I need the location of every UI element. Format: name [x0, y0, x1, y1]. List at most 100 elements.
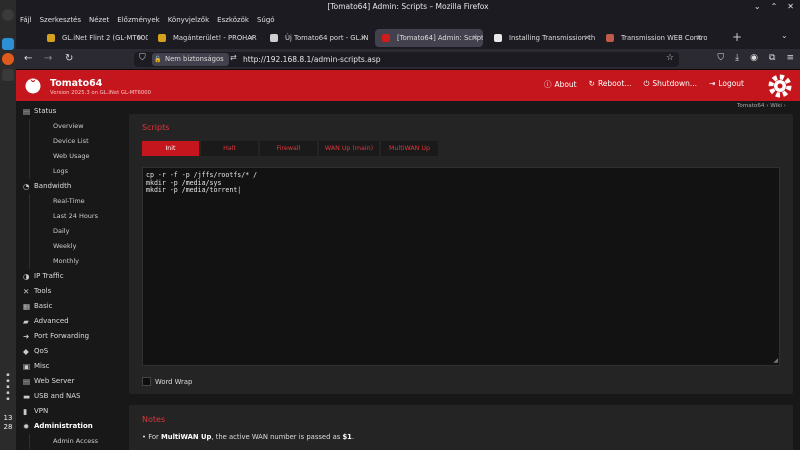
sidebar-item[interactable]: Web Usage — [29, 149, 129, 164]
reload-icon[interactable]: ↻ — [65, 53, 73, 64]
back-icon[interactable]: ← — [24, 53, 32, 64]
sidebar-section[interactable]: ◔ Bandwidth — [16, 179, 129, 194]
forward-icon[interactable]: → — [44, 53, 52, 64]
sidebar-section[interactable]: ✕ Tools — [16, 284, 129, 299]
settings-gear-icon[interactable] — [766, 72, 794, 100]
note-bullet: • — [142, 433, 147, 441]
sidebar-label: Bandwidth — [34, 182, 72, 190]
close-icon[interactable]: ✕ — [787, 1, 794, 12]
sidebar-item[interactable]: Device List — [29, 134, 129, 149]
menu-item[interactable]: Nézet — [89, 13, 109, 27]
menu-item[interactable]: Súgó — [257, 13, 275, 27]
tab-close-icon[interactable]: ✕ — [137, 29, 143, 47]
account-icon[interactable]: ◉ — [750, 53, 758, 63]
security-indicator[interactable]: Nem biztonságos — [152, 53, 229, 66]
section-icon: ▰ — [23, 317, 29, 326]
script-tab[interactable]: WAN Up (main) — [319, 141, 379, 156]
script-editor[interactable]: cp -r -f -p /jffs/rootfs/* / mkdir -p /m… — [142, 167, 780, 366]
script-tab[interactable]: MultiWAN Up — [381, 141, 438, 156]
list-tabs-icon[interactable]: ⌄ — [781, 31, 788, 40]
tab-close-icon[interactable]: ✕ — [248, 29, 254, 47]
logout-link[interactable]: ⇥ Logout — [709, 79, 744, 90]
browser-tab[interactable]: Installing Transmission th ✕ — [487, 29, 595, 47]
sidebar-item[interactable]: Overview — [29, 119, 129, 134]
url-bar[interactable]: ⛉ Nem biztonságos ⇄ http://192.168.8.1/a… — [134, 52, 679, 67]
tomato-logo-icon[interactable] — [24, 76, 42, 94]
sidebar-item[interactable]: Admin Access — [29, 434, 129, 449]
sidebar-label: Web Usage — [53, 152, 90, 160]
app-menu-icon[interactable]: ≡ — [786, 53, 794, 63]
sidebar-section[interactable]: ▦ Basic — [16, 299, 129, 314]
terminal-icon[interactable] — [2, 69, 14, 81]
main-content: Scripts Init Halt Firewall WAN Up (main) Mul… — [129, 101, 800, 450]
browser-tab[interactable]: Magánterület! - PROHAR ✕ — [151, 29, 259, 47]
menu-item[interactable]: Fájl — [20, 13, 32, 27]
menu-item[interactable]: Előzmények — [117, 13, 159, 27]
firefox-icon[interactable] — [2, 53, 14, 65]
new-tab-icon[interactable]: + — [732, 30, 742, 44]
menu-item[interactable]: Eszközök — [217, 13, 249, 27]
sidebar-section[interactable]: ▰ Advanced — [16, 314, 129, 329]
sidebar-item[interactable]: Weekly — [29, 239, 129, 254]
tab-close-icon[interactable]: ✕ — [472, 29, 478, 47]
sidebar-item[interactable]: Daily — [29, 224, 129, 239]
sidebar-section[interactable]: ◑ IP Traffic — [16, 269, 129, 284]
extensions-icon[interactable]: ⧉ — [769, 53, 775, 63]
nav-bar: ← → ↻ ⛉ Nem biztonságos ⇄ http://192.168… — [16, 49, 800, 70]
menu-bar: Fájl Szerkesztés Nézet Előzmények Könyvjelző… — [16, 13, 800, 27]
sidebar-section[interactable]: ➜ Port Forwarding — [16, 329, 129, 344]
section-icon: ▤ — [23, 107, 31, 116]
brand-name[interactable]: Tomato64 — [50, 78, 102, 89]
script-tab[interactable]: Halt — [201, 141, 258, 156]
download-icon[interactable]: ⤓ — [735, 53, 739, 63]
resize-handle-icon[interactable]: ◢ — [773, 357, 778, 364]
screen: ▪ ▪ ▪ ▪ ▪ 13 28 [Tomato64] Admin: Scripts – … — [0, 0, 800, 450]
sidebar-item[interactable]: Last 24 Hours — [29, 209, 129, 224]
sidebar-section[interactable]: ▣ Misc — [16, 359, 129, 374]
script-tab[interactable]: Firewall — [260, 141, 317, 156]
tray-icons[interactable]: ▪ ▪ ▪ ▪ ▪ — [2, 372, 14, 402]
files-icon[interactable] — [2, 38, 14, 50]
sidebar-label: Misc — [34, 362, 50, 370]
pocket-icon[interactable]: ⛉ — [717, 53, 724, 63]
launcher-icon[interactable] — [2, 9, 14, 21]
sidebar-item[interactable]: Logs — [29, 164, 129, 179]
sidebar-item[interactable]: Real-Time — [29, 194, 129, 209]
permissions-icon[interactable]: ⇄ — [230, 53, 237, 62]
reboot-link[interactable]: ↻ Reboot... — [589, 79, 632, 90]
browser-tab[interactable]: [Tomato64] Admin: Script ✕ — [375, 29, 483, 47]
shutdown-label: Shutdown... — [652, 79, 698, 88]
sidebar-section[interactable]: ▮ VPN — [16, 404, 129, 419]
section-icon: ▮ — [23, 407, 28, 416]
maximize-icon[interactable]: ⌃ — [771, 1, 778, 12]
sidebar-section[interactable]: ▤ Status — [16, 104, 129, 119]
shield-icon[interactable]: ⛉ — [139, 53, 146, 63]
word-wrap-option[interactable]: Word Wrap — [142, 377, 192, 386]
section-icon: ▣ — [23, 362, 31, 371]
sidebar-section[interactable]: ▬ USB and NAS — [16, 389, 129, 404]
shutdown-link[interactable]: ⏻ Shutdown... — [643, 79, 697, 90]
note-text-bold: MultiWAN Up — [160, 433, 212, 441]
menu-item[interactable]: Szerkesztés — [40, 13, 81, 27]
url-text[interactable]: http://192.168.8.1/admin-scripts.asp — [243, 52, 381, 67]
browser-tab[interactable]: Új Tomato64 port - GL.iN ✕ — [263, 29, 371, 47]
tab-close-icon[interactable]: ✕ — [696, 29, 702, 47]
section-icon: ◆ — [23, 347, 29, 356]
tab-close-icon[interactable]: ✕ — [360, 29, 366, 47]
script-text[interactable]: cp -r -f -p /jffs/rootfs/* / mkdir -p /m… — [146, 171, 776, 195]
sidebar-item[interactable]: Monthly — [29, 254, 129, 269]
script-tab[interactable]: Init — [142, 141, 199, 156]
tab-close-icon[interactable]: ✕ — [584, 29, 590, 47]
minimize-icon[interactable]: ⌄ — [754, 1, 761, 12]
word-wrap-label: Word Wrap — [155, 377, 193, 386]
sidebar-label: Device List — [53, 137, 89, 145]
browser-tab[interactable]: GL.iNet Flint 2 (GL-MT600 ✕ — [40, 29, 148, 47]
bookmark-star-icon[interactable]: ☆ — [666, 53, 674, 63]
sidebar-section[interactable]: ✹ Administration — [16, 419, 129, 434]
sidebar-section[interactable]: ▤ Web Server — [16, 374, 129, 389]
browser-tab[interactable]: Transmission WEB Contro ✕ — [599, 29, 707, 47]
sidebar-section[interactable]: ◆ QoS — [16, 344, 129, 359]
about-link[interactable]: ⓘ About — [544, 79, 577, 90]
word-wrap-checkbox[interactable] — [142, 377, 151, 386]
menu-item[interactable]: Könyvjelzők — [168, 13, 209, 27]
